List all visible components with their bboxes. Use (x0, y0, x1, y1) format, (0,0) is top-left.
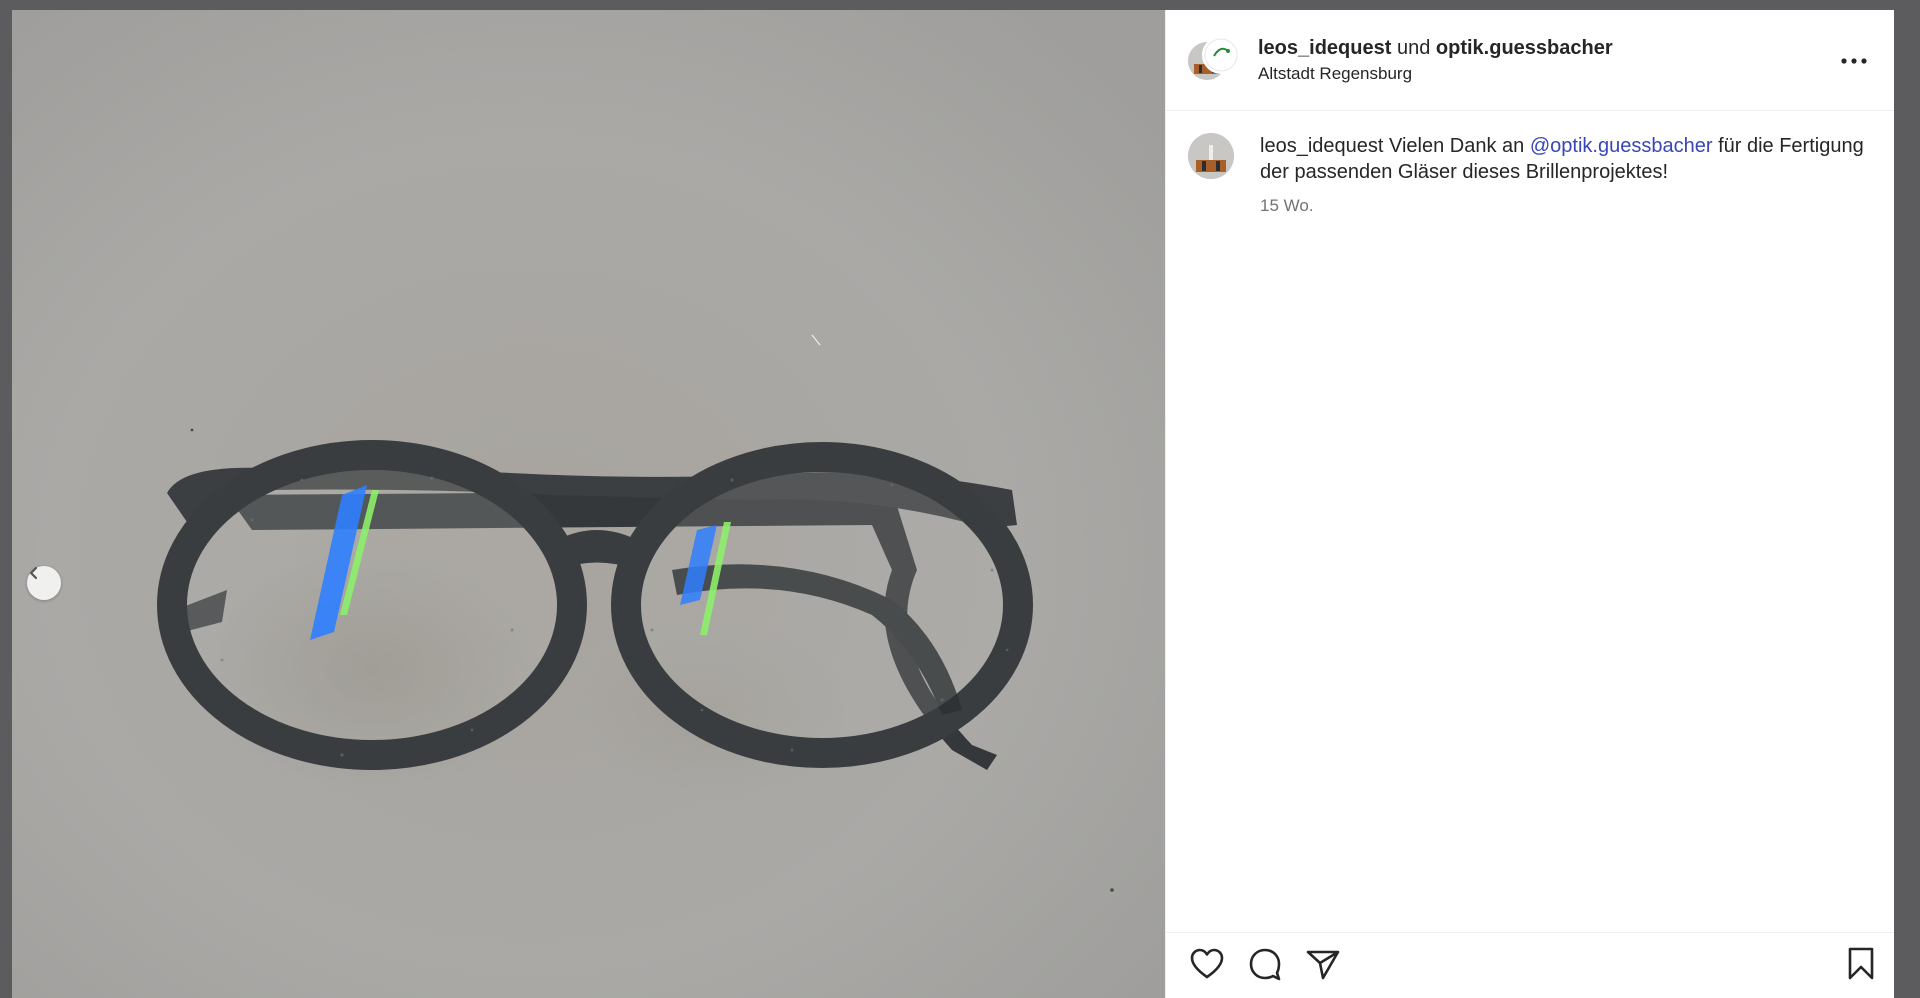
post-title: leos_idequest und optik.guessbacher (1258, 36, 1834, 60)
collaborator-avatar (1202, 36, 1240, 74)
post-actions (1166, 932, 1894, 998)
more-options-button[interactable] (1834, 40, 1874, 80)
caption-timestamp[interactable]: 15 Wo. (1260, 196, 1874, 216)
post-modal: leos_idequest und optik.guessbacher Alts… (12, 10, 1894, 998)
paper-plane-icon (1306, 948, 1340, 985)
previous-photo-button[interactable] (27, 566, 61, 600)
post-sidebar: leos_idequest und optik.guessbacher Alts… (1165, 10, 1894, 998)
post-header-text: leos_idequest und optik.guessbacher Alts… (1258, 36, 1834, 84)
like-button[interactable] (1188, 947, 1226, 985)
caption-comment: leos_idequest Vielen Dank an @optik.gues… (1166, 111, 1894, 216)
comment-button[interactable] (1246, 947, 1284, 985)
location-link[interactable]: Altstadt Regensburg (1258, 64, 1834, 84)
caption-username[interactable]: leos_idequest (1260, 135, 1383, 157)
post-header: leos_idequest und optik.guessbacher Alts… (1166, 10, 1894, 111)
comment-bubble-icon (1248, 947, 1282, 986)
caption-text-before: Vielen Dank an (1389, 135, 1525, 157)
bookmark-icon (1847, 947, 1875, 986)
post-photo[interactable] (12, 10, 1165, 998)
avatar (1188, 133, 1234, 179)
joiner-text: und (1396, 36, 1431, 59)
caption-content: leos_idequest Vielen Dank an @optik.gues… (1260, 133, 1874, 216)
collaborator-username[interactable]: optik.guessbacher (1436, 37, 1613, 59)
share-button[interactable] (1304, 947, 1342, 985)
author-username[interactable]: leos_idequest (1258, 37, 1391, 59)
more-horizontal-icon (1841, 51, 1867, 69)
glasses-photo (12, 10, 1165, 998)
caption-mention-link[interactable]: @optik.guessbacher (1530, 135, 1713, 157)
caption-avatar[interactable] (1188, 133, 1234, 179)
collab-avatars[interactable] (1188, 36, 1240, 84)
heart-icon (1190, 948, 1224, 985)
save-button[interactable] (1842, 947, 1880, 985)
caption-text: leos_idequest Vielen Dank an @optik.gues… (1260, 133, 1874, 186)
